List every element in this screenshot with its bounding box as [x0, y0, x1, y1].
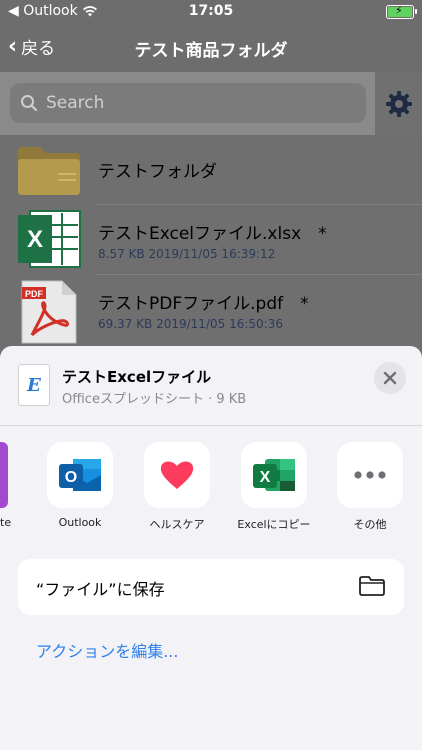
partial-app-label: te [0, 516, 12, 529]
file-meta: 8.57 KB 2019/11/05 16:39:12 [98, 247, 276, 261]
outlook-icon: O [59, 459, 101, 491]
excel-icon: X [253, 459, 295, 491]
svg-text:O: O [65, 469, 77, 486]
app-tile: X [241, 442, 307, 508]
status-bar: ◀ Outlook 17:05 ⚡ [0, 0, 422, 24]
file-name: テストPDFファイル.pdf * [98, 294, 309, 314]
folder-icon [18, 147, 80, 195]
share-app-more[interactable]: その他 [330, 442, 410, 532]
list-item-pdf[interactable]: PDF テストPDFファイル.pdf * 69.37 KB 2019/11/05… [0, 275, 422, 345]
page-title: テスト商品フォルダ [134, 41, 288, 61]
share-app-outlook[interactable]: O Outlook [40, 442, 120, 529]
file-name: テストフォルダ [98, 162, 217, 182]
edit-actions-link[interactable]: アクションを編集... [36, 638, 178, 662]
navigation-bar: ‹ 戻る テスト商品フォルダ [0, 24, 422, 72]
gear-icon [385, 90, 412, 117]
file-name: テストExcelファイル.xlsx * [98, 224, 327, 244]
svg-text:PDF: PDF [25, 289, 44, 299]
save-to-files-label: “ファイル”に保存 [36, 580, 165, 599]
partial-app-tile[interactable] [0, 442, 8, 508]
share-sheet-header: E テストExcelファイル Officeスプレッドシート · 9 KB [0, 346, 422, 426]
svg-text:X: X [260, 469, 271, 486]
svg-text:X: X [27, 226, 43, 253]
app-tile [144, 442, 210, 508]
search-input[interactable]: Search [10, 83, 366, 123]
file-list: テストフォルダ X テストExcelファイル.xlsx * 8.57 KB 20… [0, 135, 422, 360]
app-label: Excelにコピー [237, 518, 311, 531]
status-time: 17:05 [188, 3, 234, 19]
health-heart-icon [160, 461, 194, 489]
close-icon [383, 371, 397, 385]
close-button[interactable] [374, 362, 406, 394]
share-sheet: E テストExcelファイル Officeスプレッドシート · 9 KB te … [0, 346, 422, 750]
share-subtitle: Officeスプレッドシート · 9 KB [62, 392, 247, 407]
save-to-files-action[interactable]: “ファイル”に保存 [18, 559, 404, 615]
settings-button[interactable] [375, 72, 422, 135]
search-placeholder: Search [46, 93, 105, 113]
app-label: その他 [353, 518, 387, 531]
folder-outline-icon [359, 576, 385, 596]
app-label: Outlook [58, 516, 102, 529]
list-item-excel[interactable]: X テストExcelファイル.xlsx * 8.57 KB 2019/11/05… [0, 205, 422, 275]
file-meta: 69.37 KB 2019/11/05 16:50:36 [98, 317, 283, 331]
share-apps-row: te O Outlook ヘルスケア X Excelにコピー その他 [0, 442, 422, 542]
share-app-excel[interactable]: X Excelにコピー [234, 442, 314, 532]
app-tile: O [47, 442, 113, 508]
more-icon [354, 471, 386, 479]
share-app-health[interactable]: ヘルスケア [137, 442, 217, 532]
document-icon: E [18, 364, 50, 406]
pdf-file-icon: PDF [21, 280, 77, 344]
battery-icon: ⚡ [386, 4, 417, 19]
app-tile [337, 442, 403, 508]
share-title: テストExcelファイル [62, 368, 212, 386]
list-item-folder[interactable]: テストフォルダ [0, 135, 422, 205]
app-label: ヘルスケア [149, 518, 205, 531]
search-row: Search [0, 72, 422, 135]
excel-file-icon: X [18, 210, 81, 268]
search-icon [21, 95, 38, 112]
